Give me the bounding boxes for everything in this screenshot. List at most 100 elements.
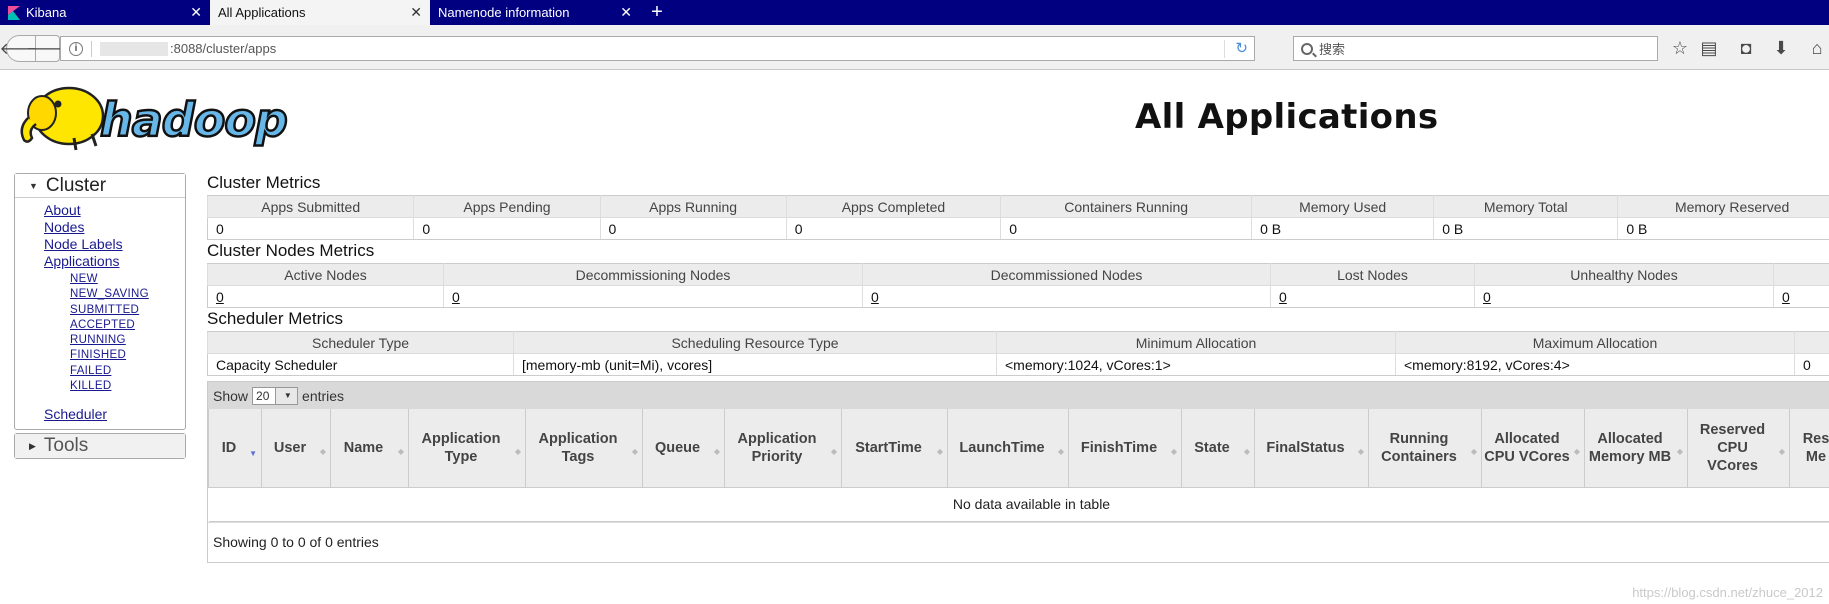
column-header-reserved-cpu[interactable]: Reserved CPU VCores ◆ [1687, 409, 1790, 488]
decommissioned-nodes-link[interactable]: 0 [871, 289, 879, 305]
app-state-links: NEW NEW_SAVING SUBMITTED ACCEPTED RUNNIN… [70, 272, 185, 394]
close-tab-icon[interactable]: ✕ [190, 4, 202, 21]
column-header-application-type[interactable]: Application Type ◆ [408, 409, 526, 488]
column-header-application-priority[interactable]: Application Priority ◆ [724, 409, 842, 488]
node-metrics-title: Cluster Nodes Metrics [207, 241, 375, 260]
page-title: All Applications [1135, 97, 1439, 137]
browser-tab-kibana[interactable]: Kibana ✕ [0, 0, 210, 25]
url-text: :8088/cluster/apps [170, 41, 277, 56]
app-state-killed[interactable]: KILLED [70, 380, 111, 392]
nav-link-node-labels[interactable]: Node Labels [44, 236, 123, 252]
sidebar-nav: ▼ Cluster About Nodes Node Labels Applic… [14, 173, 186, 460]
table-row: Capacity Scheduler [memory-mb (unit=Mi),… [207, 353, 1829, 376]
app-state-new[interactable]: NEW [70, 273, 98, 285]
column-header-user[interactable]: User ◆ [261, 409, 331, 488]
redacted-host [100, 41, 168, 56]
address-bar[interactable]: i :8088/cluster/apps ↻ [60, 36, 1255, 61]
sort-icon: ◆ [1676, 447, 1683, 456]
elephant-icon [20, 86, 105, 151]
new-tab-button[interactable]: + [640, 0, 674, 25]
tools-header[interactable]: ▶ Tools [15, 434, 185, 459]
column-header-start-time[interactable]: StartTime ◆ [841, 409, 948, 488]
column-header-allocated-cpu[interactable]: Allocated CPU VCores ◆ [1481, 409, 1585, 488]
app-state-new-saving[interactable]: NEW_SAVING [70, 288, 149, 300]
app-state-submitted[interactable]: SUBMITTED [70, 304, 139, 316]
column-header: Apps Submitted [206, 195, 415, 218]
metric-value: Capacity Scheduler [207, 353, 514, 376]
sort-ascending-icon: ▼ [249, 449, 257, 458]
metric-value: <memory:8192, vCores:4> [1395, 353, 1795, 376]
forward-button[interactable]: 🡒 [26, 35, 69, 62]
browser-tab-bar: Kibana ✕ All Applications ✕ Namenode inf… [0, 0, 1829, 25]
divider [1224, 40, 1225, 58]
app-state-running[interactable]: RUNNING [70, 334, 126, 346]
sort-icon: ◆ [514, 447, 521, 456]
page-length-value: 20 [256, 388, 270, 403]
search-box[interactable]: 搜索 [1293, 36, 1658, 61]
reload-icon[interactable]: ↻ [1235, 39, 1248, 57]
pocket-icon[interactable]: ◘ [1735, 38, 1757, 59]
column-header-running-containers[interactable]: Running Containers ◆ [1368, 409, 1482, 488]
search-icon [1301, 42, 1313, 55]
column-header-state[interactable]: State ◆ [1181, 409, 1255, 488]
sort-icon: ◆ [319, 447, 326, 456]
metric-value: [memory-mb (unit=Mi), vcores] [513, 353, 997, 376]
cluster-metrics-title: Cluster Metrics [207, 173, 321, 192]
node-metrics-table: Active Nodes Decommissioning Nodes Decom… [207, 263, 1829, 308]
table-length-control: Show 20 ▼ entries [208, 382, 1829, 409]
hadoop-logo[interactable]: hadoop [14, 78, 314, 153]
column-header: Apps Running [599, 195, 787, 218]
column-header-application-tags[interactable]: Application Tags ◆ [525, 409, 643, 488]
lost-nodes-link[interactable]: 0 [1279, 289, 1287, 305]
close-tab-icon[interactable]: ✕ [410, 4, 422, 21]
bookmarks-list-icon[interactable]: ▤ [1698, 38, 1720, 59]
app-state-finished[interactable]: FINISHED [70, 349, 126, 361]
nav-link-about[interactable]: About [44, 202, 81, 218]
sort-icon: ◆ [397, 447, 404, 456]
table-row: No data available in table [208, 487, 1829, 522]
nav-link-nodes[interactable]: Nodes [44, 219, 84, 235]
close-tab-icon[interactable]: ✕ [620, 4, 632, 21]
rebooted-nodes-link[interactable]: 0 [1782, 289, 1790, 305]
column-header [1794, 331, 1829, 354]
active-nodes-link[interactable]: 0 [216, 289, 224, 305]
browser-tab-namenode[interactable]: Namenode information ✕ [430, 0, 640, 25]
applications-table-wrapper: Show 20 ▼ entries ID ▼ User ◆ Name ◆ App… [207, 381, 1829, 563]
sort-icon: ◆ [1170, 447, 1177, 456]
cluster-links: About Nodes Node Labels Applications NEW… [15, 198, 185, 429]
column-header: Decommissioning Nodes [443, 263, 863, 286]
sort-icon: ◆ [631, 447, 638, 456]
metric-value: 0 [785, 217, 1001, 240]
tab-label: All Applications [218, 5, 306, 20]
triangle-right-icon: ▶ [29, 440, 36, 451]
column-header-allocated-memory[interactable]: Allocated Memory MB ◆ [1584, 409, 1688, 488]
nav-link-scheduler[interactable]: Scheduler [44, 406, 107, 422]
column-header-final-status[interactable]: FinalStatus ◆ [1254, 409, 1369, 488]
table-info: Showing 0 to 0 of 0 entries [208, 521, 1829, 562]
download-icon[interactable]: ⬇ [1770, 38, 1792, 59]
column-header: Apps Completed [785, 195, 1002, 218]
tab-label: Namenode information [438, 5, 570, 20]
column-header-reserved-memory[interactable]: Res Me [1789, 409, 1829, 488]
main-content: Cluster Metrics Apps Submitted Apps Pend… [206, 173, 1829, 563]
browser-tab-all-applications[interactable]: All Applications ✕ [210, 0, 430, 25]
bookmark-star-icon[interactable]: ☆ [1669, 38, 1691, 59]
cluster-header[interactable]: ▼ Cluster [15, 174, 185, 198]
unhealthy-nodes-link[interactable]: 0 [1483, 289, 1491, 305]
watermark: https://blog.csdn.net/zhuce_2012 [1632, 585, 1823, 600]
column-header-finish-time[interactable]: FinishTime ◆ [1068, 409, 1182, 488]
home-icon[interactable]: ⌂ [1806, 38, 1828, 59]
decommissioning-nodes-link[interactable]: 0 [452, 289, 460, 305]
nav-link-applications[interactable]: Applications [44, 253, 120, 269]
column-header-launch-time[interactable]: LaunchTime ◆ [947, 409, 1069, 488]
page-length-select[interactable]: 20 ▼ [252, 386, 299, 405]
page-content: hadoop All Applications ▼ Cluster About … [0, 70, 1829, 604]
table-header-row: Scheduler Type Scheduling Resource Type … [207, 331, 1829, 354]
app-state-failed[interactable]: FAILED [70, 365, 111, 377]
app-state-accepted[interactable]: ACCEPTED [70, 319, 135, 331]
column-header-id[interactable]: ID ▼ [208, 409, 262, 488]
column-header-name[interactable]: Name ◆ [330, 409, 409, 488]
column-header-queue[interactable]: Queue ◆ [642, 409, 725, 488]
metric-value: 0 [413, 217, 601, 240]
info-icon[interactable]: i [69, 41, 83, 56]
